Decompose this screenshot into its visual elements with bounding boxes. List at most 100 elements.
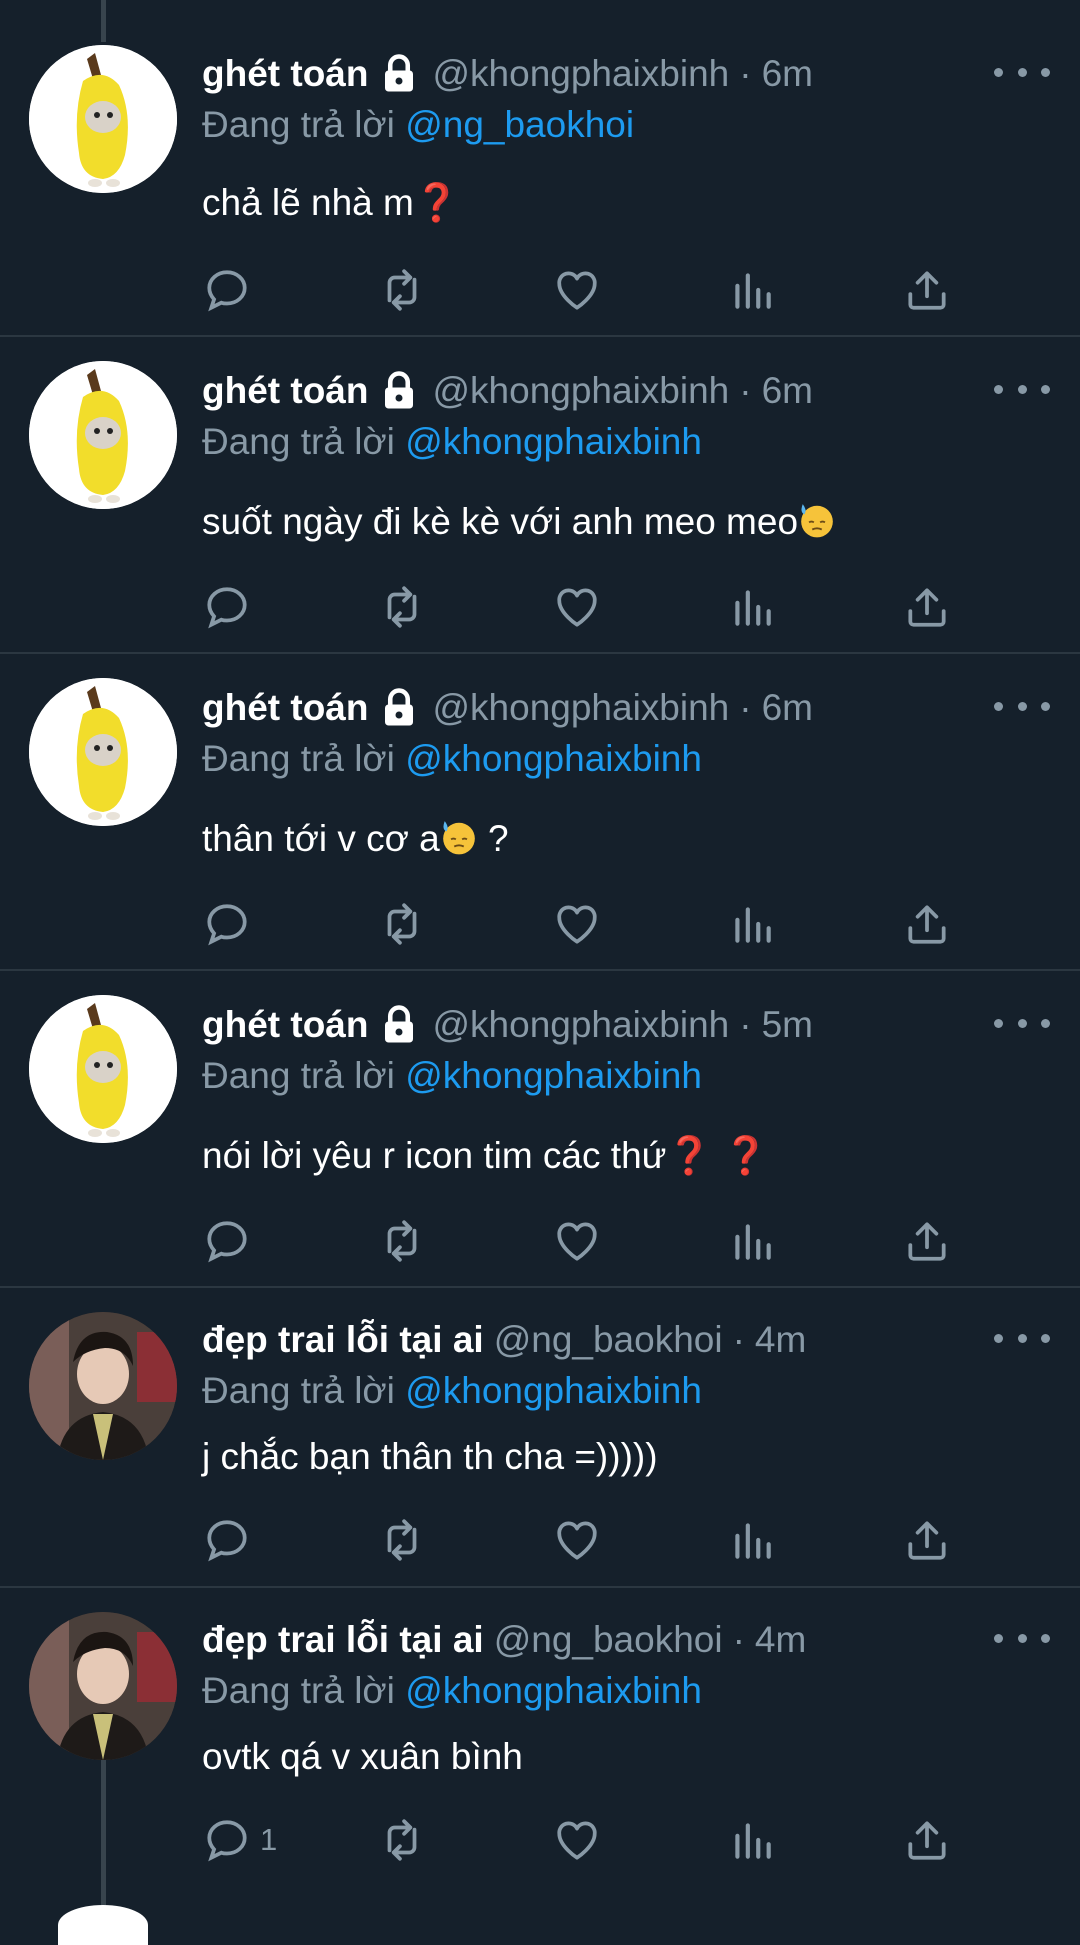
share-button[interactable]: [902, 577, 952, 637]
avatar[interactable]: [29, 995, 177, 1143]
reply-context: Đang trả lời @ng_baokhoi: [202, 100, 1050, 150]
tweet[interactable]: ghét toán @khongphaixbinh · 6m Đang trả …: [0, 654, 1080, 971]
user-handle[interactable]: @khongphaixbinh: [432, 370, 729, 412]
more-options-icon[interactable]: [994, 1620, 1050, 1656]
views-button[interactable]: [727, 260, 777, 320]
user-handle[interactable]: @ng_baokhoi: [494, 1619, 723, 1661]
more-options-icon[interactable]: [994, 1320, 1050, 1356]
display-name[interactable]: đẹp trai lỗi tại ai: [202, 1619, 484, 1661]
reply-button[interactable]: [202, 1211, 252, 1271]
reply-mention[interactable]: @khongphaixbinh: [405, 421, 702, 462]
heart-icon: [557, 588, 597, 627]
display-name[interactable]: ghét toán: [202, 687, 368, 729]
retweet-button[interactable]: [377, 1211, 427, 1271]
tweet-text-suffix: ?: [477, 818, 509, 859]
reply-mention[interactable]: @khongphaixbinh: [405, 738, 702, 779]
separator-dot: ·: [739, 1004, 752, 1045]
reply-prefix: Đang trả lời: [202, 738, 395, 779]
views-button[interactable]: [727, 1810, 777, 1870]
tweet[interactable]: ghét toán @khongphaixbinh · 6m Đang trả …: [0, 0, 1080, 337]
more-options-icon[interactable]: [994, 54, 1050, 90]
share-button[interactable]: [902, 894, 952, 954]
display-name[interactable]: ghét toán: [202, 1004, 368, 1046]
retweet-button[interactable]: [377, 260, 427, 320]
timestamp[interactable]: 6m: [762, 687, 813, 729]
tweet-text-content: thân tới v cơ a: [202, 818, 440, 859]
reply-mention[interactable]: @khongphaixbinh: [405, 1370, 702, 1411]
reply-icon: [207, 1520, 247, 1562]
views-button[interactable]: [727, 1510, 777, 1570]
separator-dot: ·: [739, 687, 752, 728]
timestamp[interactable]: 4m: [755, 1619, 806, 1661]
tweet[interactable]: đẹp trai lỗi tại ai @ng_baokhoi · 4m Đan…: [0, 1588, 1080, 1920]
tweet[interactable]: ghét toán @khongphaixbinh · 6m Đang trả …: [0, 337, 1080, 654]
retweet-icon: [387, 903, 417, 945]
views-button[interactable]: [727, 577, 777, 637]
share-button[interactable]: [902, 1510, 952, 1570]
timestamp[interactable]: 6m: [762, 53, 813, 95]
action-bar: [202, 894, 962, 954]
display-name[interactable]: ghét toán: [202, 370, 368, 412]
like-button[interactable]: [552, 1211, 602, 1271]
question-mark-emoji: ❓ ❓: [666, 1135, 769, 1176]
retweet-button[interactable]: [377, 894, 427, 954]
avatar[interactable]: [29, 678, 177, 826]
reply-button[interactable]: [202, 1510, 252, 1570]
lock-icon: [385, 371, 414, 409]
heart-icon: [557, 1222, 597, 1261]
user-handle[interactable]: @khongphaixbinh: [432, 1004, 729, 1046]
more-options-icon[interactable]: [994, 688, 1050, 724]
avatar[interactable]: [29, 45, 177, 193]
avatar[interactable]: [29, 361, 177, 509]
like-button[interactable]: [552, 1810, 602, 1870]
user-handle[interactable]: @khongphaixbinh: [432, 53, 729, 95]
user-handle[interactable]: @ng_baokhoi: [494, 1319, 723, 1361]
share-icon: [908, 588, 946, 627]
user-handle[interactable]: @khongphaixbinh: [432, 687, 729, 729]
reply-button[interactable]: 1: [202, 1810, 277, 1870]
like-button[interactable]: [552, 1510, 602, 1570]
analytics-icon: [735, 590, 771, 626]
more-options-icon[interactable]: [994, 1005, 1050, 1041]
display-name[interactable]: đẹp trai lỗi tại ai: [202, 1319, 484, 1361]
tweet-header: ghét toán @khongphaixbinh · 6m: [202, 48, 1050, 100]
retweet-button[interactable]: [377, 1810, 427, 1870]
retweet-button[interactable]: [377, 577, 427, 637]
reply-context: Đang trả lời @khongphaixbinh: [202, 1366, 1050, 1416]
share-button[interactable]: [902, 1810, 952, 1870]
reply-button[interactable]: [202, 260, 252, 320]
reply-button[interactable]: [202, 577, 252, 637]
analytics-icon: [735, 273, 771, 309]
tweet-text: chả lẽ nhà m❓: [202, 178, 1050, 228]
reply-prefix: Đang trả lời: [202, 1055, 395, 1096]
reply-icon: [207, 1820, 247, 1862]
avatar[interactable]: [29, 1312, 177, 1460]
retweet-button[interactable]: [377, 1510, 427, 1570]
reply-button[interactable]: [202, 894, 252, 954]
heart-icon: [557, 1821, 597, 1860]
share-button[interactable]: [902, 260, 952, 320]
timestamp[interactable]: 6m: [762, 370, 813, 412]
tweet-text: ovtk qá v xuân bình: [202, 1732, 1050, 1782]
like-button[interactable]: [552, 894, 602, 954]
share-icon: [908, 1222, 946, 1261]
tweet[interactable]: ghét toán @khongphaixbinh · 5m Đang trả …: [0, 971, 1080, 1288]
more-options-icon[interactable]: [994, 371, 1050, 407]
views-button[interactable]: [727, 894, 777, 954]
share-icon: [908, 1521, 946, 1560]
reply-mention[interactable]: @ng_baokhoi: [405, 104, 634, 145]
display-name[interactable]: ghét toán: [202, 53, 368, 95]
tweet-header: ghét toán @khongphaixbinh · 5m: [202, 999, 1050, 1051]
views-button[interactable]: [727, 1211, 777, 1271]
tweet[interactable]: đẹp trai lỗi tại ai @ng_baokhoi · 4m Đan…: [0, 1288, 1080, 1588]
like-button[interactable]: [552, 577, 602, 637]
timestamp[interactable]: 4m: [755, 1319, 806, 1361]
avatar[interactable]: [29, 1612, 177, 1760]
lock-icon: [385, 54, 414, 92]
like-button[interactable]: [552, 260, 602, 320]
reply-icon: [207, 904, 247, 946]
timestamp[interactable]: 5m: [762, 1004, 813, 1046]
reply-mention[interactable]: @khongphaixbinh: [405, 1670, 702, 1711]
share-button[interactable]: [902, 1211, 952, 1271]
reply-mention[interactable]: @khongphaixbinh: [405, 1055, 702, 1096]
